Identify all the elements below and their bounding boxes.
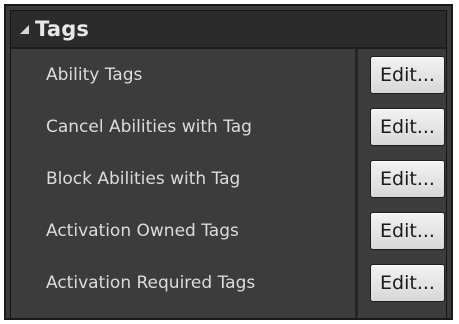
collapse-triangle-icon[interactable] (20, 24, 29, 34)
property-rows: Ability Tags Edit... Cancel Abilities wi… (11, 49, 446, 318)
property-label: Ability Tags (46, 65, 143, 85)
property-row-cancel-abilities-with-tag: Cancel Abilities with Tag Edit... (11, 101, 446, 153)
property-row-ability-tags: Ability Tags Edit... (11, 49, 446, 101)
property-label: Activation Required Tags (46, 273, 256, 293)
property-label: Cancel Abilities with Tag (46, 117, 252, 137)
property-row-block-abilities-with-tag: Block Abilities with Tag Edit... (11, 153, 446, 205)
property-label: Block Abilities with Tag (46, 169, 241, 189)
edit-ability-tags-button[interactable]: Edit... (370, 56, 445, 94)
section-title: Tags (35, 17, 90, 41)
property-label: Activation Owned Tags (46, 221, 239, 241)
tags-section-header[interactable]: Tags (11, 11, 446, 49)
property-row-activation-required-tags: Activation Required Tags Edit... (11, 257, 446, 309)
property-row-activation-owned-tags: Activation Owned Tags Edit... (11, 205, 446, 257)
edit-cancel-abilities-button[interactable]: Edit... (370, 108, 445, 146)
edit-block-abilities-button[interactable]: Edit... (370, 160, 445, 198)
tags-category: Tags Ability Tags Edit... Cancel Abiliti… (10, 10, 447, 318)
details-panel: Tags Ability Tags Edit... Cancel Abiliti… (4, 4, 453, 320)
edit-activation-required-tags-button[interactable]: Edit... (370, 264, 445, 302)
edit-activation-owned-tags-button[interactable]: Edit... (370, 212, 445, 250)
